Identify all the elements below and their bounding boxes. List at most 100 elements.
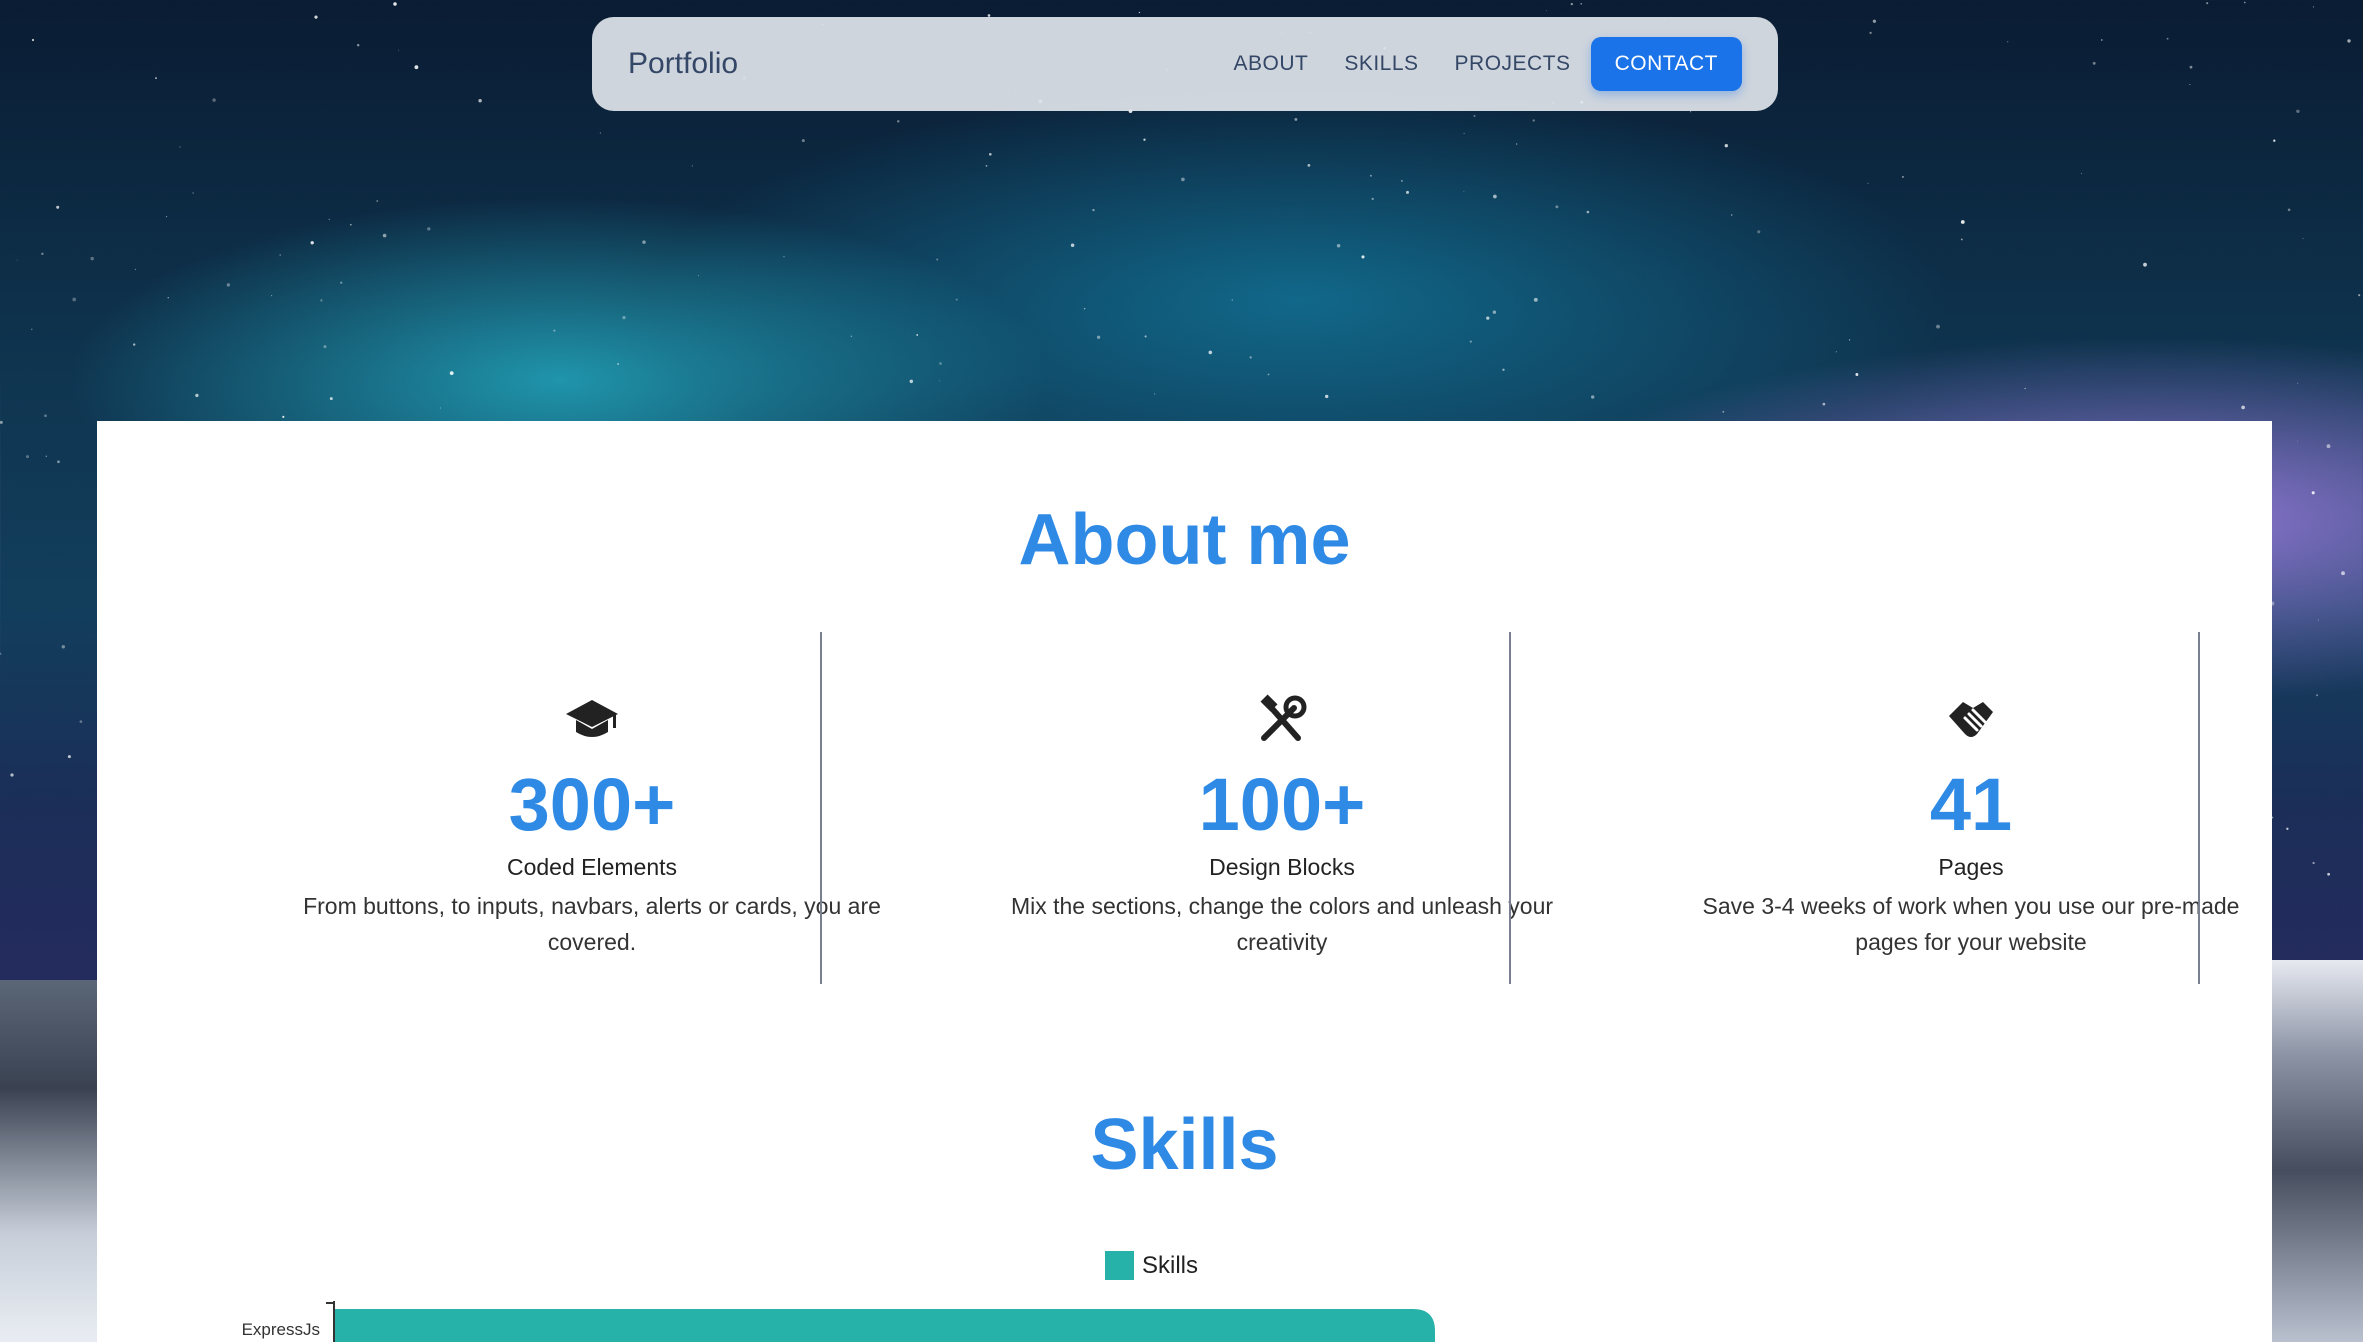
star	[478, 98, 482, 103]
star	[166, 216, 168, 218]
star	[0, 420, 3, 424]
star	[310, 241, 314, 245]
star	[1493, 194, 1497, 199]
star	[1502, 368, 1505, 371]
star	[439, 407, 441, 409]
star	[691, 165, 693, 167]
star	[398, 49, 400, 51]
star	[1249, 356, 1252, 359]
star	[2143, 262, 2147, 267]
star	[1143, 138, 1146, 141]
star	[328, 218, 330, 220]
star	[44, 414, 47, 418]
star	[195, 393, 199, 398]
star	[1463, 190, 1465, 192]
star	[897, 120, 900, 123]
star	[801, 139, 805, 143]
star	[314, 15, 318, 19]
star	[1144, 335, 1147, 338]
star	[2312, 6, 2314, 8]
star	[2302, 237, 2304, 240]
star	[2296, 109, 2300, 114]
star	[2311, 491, 2315, 495]
star	[155, 77, 157, 80]
star	[2092, 61, 2096, 65]
star	[1545, 9, 1547, 11]
star	[329, 397, 333, 401]
contact-button[interactable]: CONTACT	[1590, 37, 1742, 91]
top-navbar: Portfolio ABOUT SKILLS PROJECTS CONTACT	[592, 17, 1778, 111]
star	[1181, 177, 1185, 182]
nav-link-about[interactable]: ABOUT	[1215, 40, 1326, 88]
star	[1591, 395, 1595, 399]
star	[697, 275, 699, 277]
star	[1208, 350, 1213, 355]
star	[622, 316, 626, 320]
star	[1580, 3, 1582, 5]
star	[1267, 373, 1270, 376]
skills-bar-chart: ExpressJs	[242, 1301, 1435, 1342]
star	[1822, 402, 1826, 406]
brand-logo-text[interactable]: Portfolio	[628, 47, 738, 81]
star	[2327, 872, 2330, 876]
stats-row: 300+ Coded Elements From buttons, to inp…	[97, 632, 2272, 984]
star	[449, 371, 454, 375]
star	[1849, 339, 1851, 341]
star	[1336, 244, 1341, 248]
star	[1901, 175, 1904, 178]
star	[1406, 190, 1409, 194]
nav-link-skills[interactable]: SKILLS	[1326, 40, 1436, 88]
star	[349, 223, 352, 226]
nav-links: ABOUT SKILLS PROJECTS CONTACT	[1215, 37, 1742, 91]
star	[1371, 197, 1374, 201]
star	[2206, 2, 2209, 5]
stat-value: 300+	[508, 763, 676, 846]
star	[90, 256, 94, 261]
star	[1555, 205, 1559, 209]
star	[1469, 340, 1472, 343]
skills-section-title: Skills	[1090, 1105, 1279, 1185]
star	[67, 755, 71, 759]
star	[72, 297, 77, 302]
stat-description: From buttons, to inputs, navbars, alerts…	[303, 893, 881, 955]
star	[1401, 180, 1403, 182]
star	[2007, 41, 2009, 43]
star	[357, 44, 360, 47]
star	[1070, 243, 1075, 247]
star	[1855, 373, 1859, 376]
star	[2358, 294, 2361, 297]
star	[179, 146, 181, 148]
stat-pages: 41 Pages Save 3-4 weeks of work when you…	[1626, 632, 2316, 984]
star	[192, 192, 194, 194]
star	[212, 98, 216, 102]
star	[323, 345, 327, 349]
star	[939, 362, 942, 365]
star	[1960, 220, 1965, 224]
star	[1096, 335, 1101, 339]
star	[985, 165, 988, 167]
star	[642, 240, 646, 244]
star	[1307, 164, 1311, 167]
star	[2166, 37, 2169, 40]
star	[2297, 382, 2299, 384]
star	[2341, 571, 2345, 576]
star	[1872, 19, 1877, 23]
star	[1731, 214, 1733, 216]
chart-legend[interactable]: Skills	[1105, 1251, 1198, 1280]
nav-link-projects[interactable]: PROJECTS	[1437, 40, 1589, 88]
star	[2241, 405, 2245, 410]
star	[2287, 208, 2291, 212]
star	[414, 65, 419, 70]
star	[1325, 394, 1329, 399]
star	[271, 295, 273, 297]
star	[45, 455, 47, 457]
chart-bar[interactable]	[335, 1309, 1435, 1342]
star	[226, 283, 231, 287]
star	[1960, 238, 1963, 241]
star	[0, 652, 2, 655]
star	[617, 363, 619, 365]
star	[1936, 324, 1940, 329]
star	[10, 773, 14, 777]
star	[134, 268, 137, 271]
stat-description: Save 3-4 weeks of work when you use our …	[1702, 893, 2240, 955]
